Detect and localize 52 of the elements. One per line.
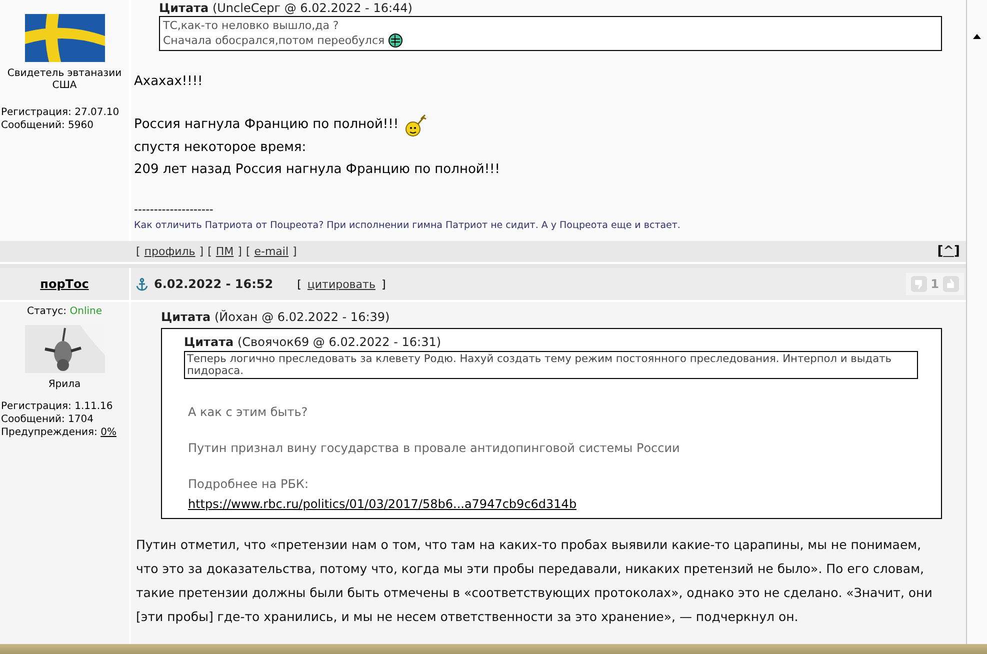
warnings-link[interactable]: 0% — [100, 427, 116, 438]
link[interactable]: ПМ — [216, 245, 234, 258]
registration-date: Регистрация: 1.11.16 — [1, 400, 114, 413]
signature-text: Как отличить Патриота от Поцреота? При исполнении гимна Патриот не сидит. А у Поцреота еще и встает. — [134, 220, 682, 231]
bracket-text: [ — [208, 245, 212, 258]
link[interactable]: e-mail — [254, 245, 289, 258]
message-count: Сообщений: 5960 — [1, 119, 94, 132]
username-link[interactable]: порТос — [0, 268, 131, 300]
message-count: Сообщений: 1704 — [1, 413, 94, 426]
bracket-text: ] — [954, 244, 960, 259]
post-date: 6.02.2022 - 16:52 — [154, 277, 274, 291]
post-text: спустя некоторое время: — [134, 139, 306, 157]
anchor-icon[interactable] — [136, 278, 148, 290]
quote-text: Путин признал вину государства в провале антидопинговой системы России — [188, 441, 681, 455]
post-text: 209 лет назад Россия нагнула Францию по полной!!! — [134, 161, 500, 179]
quote-text: ТС,как-то неловко вышло,да ? — [163, 19, 339, 33]
quote-header: Цитата (Своячок69 @ 6.02.2022 - 16:31) — [184, 335, 442, 349]
registration-date: Регистрация: 27.07.10 — [1, 106, 120, 119]
bracket-text: ] — [381, 278, 386, 290]
link[interactable]: цитировать — [307, 278, 376, 290]
article-link[interactable]: https://www.rbc.ru/politics/01/03/2017/58b6...a7947cb9c6d314b — [188, 497, 577, 511]
link[interactable]: профиль — [144, 245, 196, 258]
quote-header: Цитата (UncleСерг @ 6.02.2022 - 16:44) — [159, 1, 414, 15]
quote-text: Подробнее на РБК: — [188, 477, 310, 491]
post-text: Россия нагнула Францию по полной!!! — [134, 116, 399, 134]
warnings-label: Предупреждения: — [1, 427, 98, 438]
bracket-text: [ — [136, 245, 140, 258]
rating-count: 1 — [930, 277, 939, 291]
signature-rule: -------------------- — [134, 203, 214, 216]
bracket-text: ] — [199, 245, 204, 258]
link[interactable]: ^ — [943, 244, 954, 259]
user-title: Ярила — [48, 379, 81, 390]
post-text: Путин отметил, что «претензии нам о том, что там на каких-то пробах выявили какие-то царапины, мы не понимаем, что это за доказательства, потому что, когда мы эти пробы передавали, никаких претензий не было». По его словам, такие претензии должны были быть отмечены в «соответствующих протоколах», однако это не сделано. «Значит, они [эти пробы] где-то хранились, и мы не несем ответственности за это хранение», — подчеркнул он. — [136, 536, 934, 626]
smiley-icon — [404, 113, 429, 137]
bracket-text: ] — [238, 245, 242, 258]
bracket-text: [ — [937, 244, 944, 259]
smiley-icon — [388, 33, 403, 48]
quote-header: Цитата (Йохан @ 6.02.2022 - 16:39) — [161, 310, 391, 324]
bracket-text: ] — [292, 245, 297, 258]
quote-text: Теперь логично преследовать за клевету Родю. Нахуй создать тему режим постоянного преследования. Интерпол и выдать пидораса. — [184, 351, 918, 379]
bracket-text: [ — [246, 245, 250, 258]
quote-text: А как с этим быть? — [188, 405, 309, 419]
thumbs-down-icon[interactable] — [910, 276, 927, 292]
quote-text: Сначала обосрался,потом переобулся — [163, 34, 385, 48]
status-label: Статус: — [27, 306, 67, 317]
scroll-up-icon[interactable] — [973, 34, 981, 39]
thumbs-up-icon[interactable] — [943, 276, 959, 292]
bracket-text: [ — [297, 278, 302, 290]
status-value: Online — [70, 306, 102, 317]
user-title: Свидетель эвтаназии — [7, 68, 122, 80]
user-title: США — [51, 80, 78, 92]
post-text: Ахахах!!!! — [134, 73, 203, 91]
